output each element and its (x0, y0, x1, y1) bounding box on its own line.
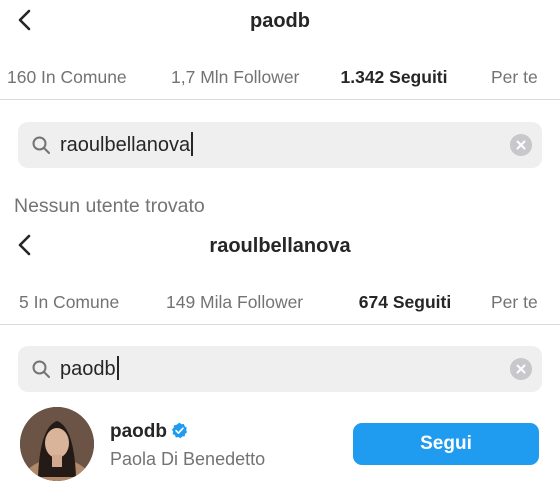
tab-following-label: 1.342 Seguiti (340, 67, 448, 87)
tab-following[interactable]: 1.342 Seguiti (327, 56, 461, 100)
profile-photo (20, 407, 94, 481)
tab-followers[interactable]: 149 Mila Follower (166, 281, 303, 324)
tab-mutual[interactable]: 160 In Comune (7, 56, 127, 99)
search-field-text: paodb (60, 346, 119, 392)
following-screen-paodb: paodb 160 In Comune 1,7 Mln Follower 1.3… (0, 0, 560, 225)
result-username-line: paodb (110, 421, 188, 443)
tab-for-you[interactable]: Per te (491, 281, 538, 324)
verified-badge-icon (171, 422, 188, 439)
clear-icon[interactable] (510, 134, 532, 156)
text-caret (191, 132, 194, 157)
tab-bar: 5 In Comune 149 Mila Follower 674 Seguit… (0, 281, 560, 325)
avatar[interactable] (20, 407, 94, 481)
page-title: paodb (250, 10, 310, 32)
tab-following[interactable]: 674 Seguiti (337, 281, 473, 325)
no-results-message: Nessun utente trovato (14, 195, 205, 217)
search-input[interactable]: raoulbellanova (18, 122, 542, 168)
search-icon (32, 360, 50, 378)
page-title: raoulbellanova (209, 235, 351, 257)
search-value: paodb (60, 358, 116, 380)
tab-for-you[interactable]: Per te (491, 56, 538, 99)
result-username: paodb (110, 421, 167, 442)
search-field-text: raoulbellanova (60, 122, 194, 168)
active-tab-indicator (337, 324, 473, 325)
header: paodb (0, 0, 560, 40)
clear-icon[interactable] (510, 358, 532, 380)
result-full-name: Paola Di Benedetto (110, 449, 266, 469)
tab-following-label: 674 Seguiti (358, 292, 452, 312)
tab-bar: 160 In Comune 1,7 Mln Follower 1.342 Seg… (0, 56, 560, 100)
following-screen-raoulbellanova: raoulbellanova 5 In Comune 149 Mila Foll… (0, 225, 560, 492)
search-value: raoulbellanova (60, 134, 191, 156)
search-icon (32, 136, 50, 154)
search-input[interactable]: paodb (18, 346, 542, 392)
tab-followers[interactable]: 1,7 Mln Follower (171, 56, 299, 99)
user-result-row[interactable]: paodb Paola Di Benedetto Segui (0, 405, 560, 485)
tab-mutual[interactable]: 5 In Comune (19, 281, 119, 324)
follow-button[interactable]: Segui (353, 423, 539, 465)
active-tab-indicator (327, 99, 461, 100)
text-caret (116, 356, 119, 381)
header: raoulbellanova (0, 225, 560, 265)
